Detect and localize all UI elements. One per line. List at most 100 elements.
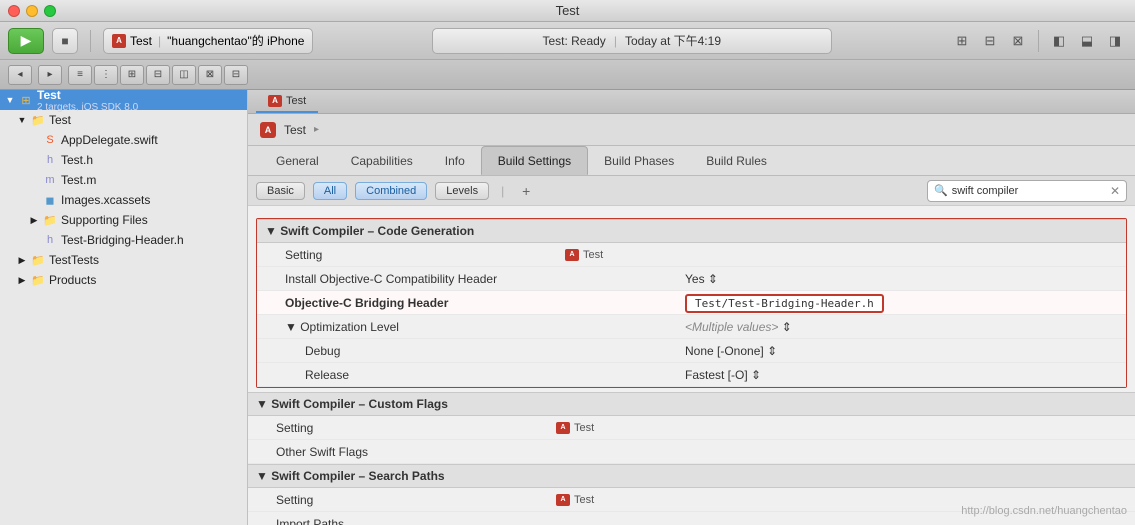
- row-value-opt: <Multiple values> ⇕: [685, 320, 1118, 334]
- section-custom-flags-title: ▼ Swift Compiler – Custom Flags: [256, 397, 448, 411]
- bridging-header-value[interactable]: Test/Test-Bridging-Header.h: [685, 294, 884, 313]
- sidebar-item-project[interactable]: ▼ ⊞ Test 2 targets, iOS SDK 8.0: [0, 90, 247, 110]
- row-target-1: A Test: [565, 249, 685, 261]
- section-code-gen-header: ▼ Swift Compiler – Code Generation: [257, 219, 1126, 243]
- list-view-button[interactable]: ≡: [68, 65, 92, 85]
- sidebar: ▼ ⊞ Test 2 targets, iOS SDK 8.0 ▼ 📁 Test…: [0, 90, 248, 525]
- row-value-bridging: Test/Test-Bridging-Header.h: [685, 296, 1118, 310]
- project-icon: ⊞: [18, 93, 34, 107]
- tree-arrow-supporting: ▶: [28, 214, 40, 226]
- sidebar-label-test: Test: [49, 113, 71, 127]
- sidebar-item-test-group[interactable]: ▼ 📁 Test: [0, 110, 247, 130]
- project-name: Test: [284, 123, 306, 137]
- header-icon-1: h: [42, 153, 58, 167]
- forward-button[interactable]: ▸: [38, 65, 62, 85]
- icon-view-button[interactable]: ◫: [172, 65, 196, 85]
- view-options: ≡ ⋮ ⊞ ⊟ ◫ ⊠ ⊟: [68, 65, 248, 85]
- tree-arrow-testtests: ▶: [16, 254, 28, 266]
- debug-toggle-button[interactable]: ⊟: [978, 30, 1002, 52]
- debug-panel-button[interactable]: ⬓: [1075, 30, 1099, 52]
- traffic-lights[interactable]: [8, 5, 56, 17]
- stepper-release[interactable]: ⇕: [751, 368, 761, 382]
- spacer-appdelegate: ▶: [28, 134, 40, 146]
- sidebar-item-test-h[interactable]: ▶ h Test.h: [0, 150, 247, 170]
- search-box: 🔍 ✕: [927, 180, 1127, 202]
- sidebar-item-supporting[interactable]: ▶ 📁 Supporting Files: [0, 210, 247, 230]
- scheme-name: Test: [130, 34, 152, 48]
- project-arrow: ▸: [314, 124, 319, 135]
- sidebar-item-products[interactable]: ▶ 📁 Products: [0, 270, 247, 290]
- tree-arrow-test: ▼: [16, 114, 28, 126]
- hierarchy-button[interactable]: ⊟: [224, 65, 248, 85]
- maximize-button[interactable]: [44, 5, 56, 17]
- section-custom-flags-header: ▼ Swift Compiler – Custom Flags: [248, 392, 1135, 416]
- sidebar-item-testtests[interactable]: ▶ 📁 TestTests: [0, 250, 247, 270]
- header-icon-2: h: [42, 233, 58, 247]
- status-box: Test: Ready | Today at 下午4:19: [432, 28, 832, 54]
- settings-tabs: General Capabilities Info Build Settings…: [248, 146, 1135, 176]
- filter-levels-button[interactable]: Levels: [435, 182, 489, 200]
- toolbar-status-area: Test: Ready | Today at 下午4:19: [321, 28, 942, 54]
- stop-button[interactable]: ■: [52, 28, 78, 54]
- secondary-toolbar: ◂ ▸ ≡ ⋮ ⊞ ⊟ ◫ ⊠ ⊟: [0, 60, 1135, 90]
- filter-plus-button[interactable]: +: [516, 181, 536, 201]
- grid-view-button[interactable]: ⊞: [120, 65, 144, 85]
- navigator-panel-button[interactable]: ◧: [1047, 30, 1071, 52]
- tab-icon: A: [268, 95, 282, 107]
- folder-icon-supporting: 📁: [42, 213, 58, 227]
- stepper-yes[interactable]: ⇕: [708, 272, 718, 286]
- navigator-toggle-button[interactable]: ⊞: [950, 30, 974, 52]
- tab-test[interactable]: A Test: [256, 90, 318, 113]
- sidebar-label-supporting: Supporting Files: [61, 213, 148, 227]
- row-opt-name: ▼ Optimization Level: [265, 320, 565, 334]
- row-release-name: Release: [265, 368, 565, 382]
- tab-general[interactable]: General: [260, 146, 335, 175]
- search-clear-button[interactable]: ✕: [1110, 184, 1120, 198]
- sidebar-item-test-m[interactable]: ▶ m Test.m: [0, 170, 247, 190]
- row-opt-level: ▼ Optimization Level <Multiple values> ⇕: [257, 315, 1126, 339]
- toolbar-separator-1: [90, 30, 91, 52]
- row-bridging-header-name: Objective-C Bridging Header: [265, 296, 565, 310]
- scheme-selector[interactable]: A Test | "huangchentao"的 iPhone: [103, 28, 313, 54]
- target-label-1: Test: [583, 249, 603, 261]
- toolbar-separator-2: [1038, 30, 1039, 52]
- tab-build-rules[interactable]: Build Rules: [690, 146, 783, 175]
- filter-bar: Basic All Combined Levels | + 🔍 ✕: [248, 176, 1135, 206]
- stepper-opt[interactable]: ⇕: [782, 320, 792, 334]
- section-code-generation: ▼ Swift Compiler – Code Generation Setti…: [256, 218, 1127, 388]
- row-objc-compat-name: Install Objective-C Compatibility Header: [265, 272, 565, 286]
- run-button[interactable]: ▶: [8, 28, 44, 54]
- watermark: http://blog.csdn.net/huangchentao: [961, 505, 1127, 517]
- target-icon-1: A: [565, 249, 579, 261]
- sidebar-item-appdelegate[interactable]: ▶ S AppDelegate.swift: [0, 130, 247, 150]
- back-button[interactable]: ◂: [8, 65, 32, 85]
- filter-combined-button[interactable]: Combined: [355, 182, 427, 200]
- row-import-paths-name: Import Paths: [256, 517, 556, 525]
- tab-info[interactable]: Info: [429, 146, 481, 175]
- build-settings-area: Basic All Combined Levels | + 🔍 ✕ ▼ S: [248, 176, 1135, 525]
- filter-view-button[interactable]: ⊠: [198, 65, 222, 85]
- title-bar: Test: [0, 0, 1135, 22]
- utilities-panel-button[interactable]: ◨: [1103, 30, 1127, 52]
- assistant-toggle-button[interactable]: ⊠: [1006, 30, 1030, 52]
- filter-basic-button[interactable]: Basic: [256, 182, 305, 200]
- row-target-5: A Test: [556, 422, 676, 434]
- tab-build-settings[interactable]: Build Settings: [481, 146, 588, 175]
- sidebar-item-bridging-header[interactable]: ▶ h Test-Bridging-Header.h: [0, 230, 247, 250]
- tab-capabilities[interactable]: Capabilities: [335, 146, 429, 175]
- filter-all-button[interactable]: All: [313, 182, 347, 200]
- folder-icon-test: 📁: [30, 113, 46, 127]
- column-view-button[interactable]: ⊟: [146, 65, 170, 85]
- close-button[interactable]: [8, 5, 20, 17]
- tree-view-button[interactable]: ⋮: [94, 65, 118, 85]
- sidebar-label-appdelegate: AppDelegate.swift: [61, 133, 158, 147]
- stepper-debug[interactable]: ⇕: [767, 344, 777, 358]
- minimize-button[interactable]: [26, 5, 38, 17]
- sidebar-item-images[interactable]: ▶ ◼ Images.xcassets: [0, 190, 247, 210]
- row-objc-compat: Install Objective-C Compatibility Header…: [257, 267, 1126, 291]
- assets-icon: ◼: [42, 193, 58, 207]
- tab-build-phases[interactable]: Build Phases: [588, 146, 690, 175]
- stop-icon: ■: [61, 34, 68, 48]
- search-input[interactable]: [952, 185, 1106, 197]
- swift-icon: S: [42, 133, 58, 147]
